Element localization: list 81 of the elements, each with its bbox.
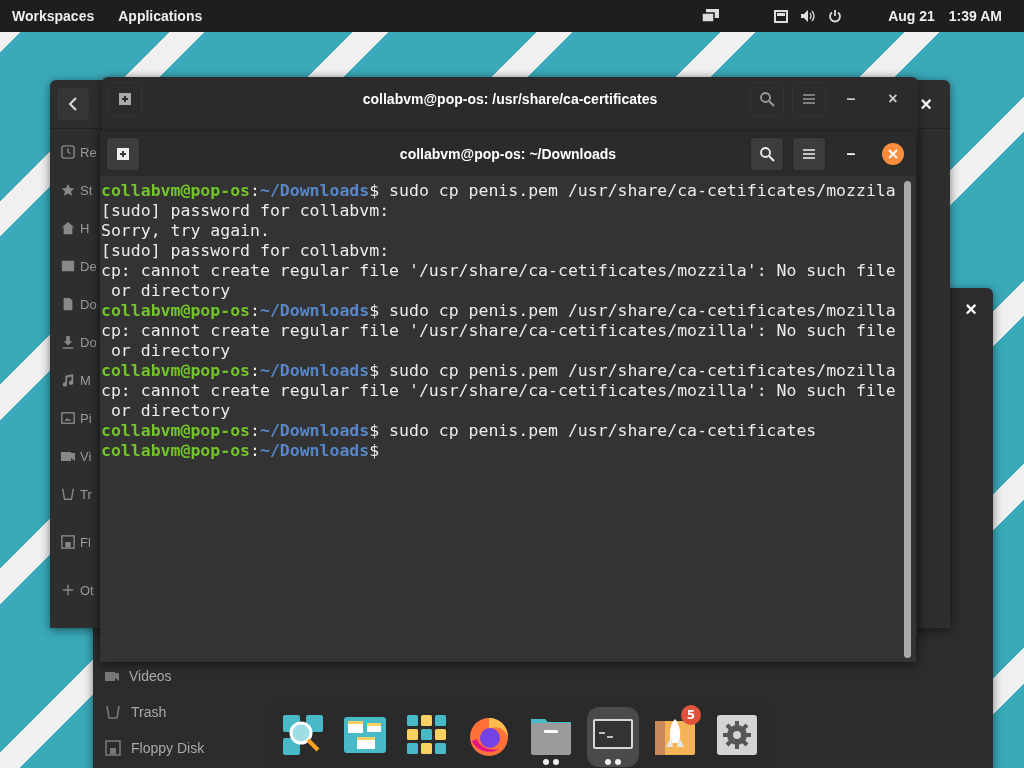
top-bar-menu[interactable]: Applications — [118, 8, 203, 24]
trash-icon — [105, 704, 121, 720]
sidebar-item[interactable]: De — [61, 253, 97, 279]
clock-icon — [61, 145, 75, 159]
sidebar-item[interactable]: Do — [61, 329, 97, 355]
sidebar-item[interactable]: Fl — [61, 529, 91, 555]
terminal-line: collabvm@pop-os:~/Downloads$ sudo cp penis.pem /usr/share/ca-cetificates/mozilla — [101, 301, 897, 321]
network-icon[interactable] — [774, 9, 789, 23]
close-icon — [888, 149, 898, 159]
new-tab-button[interactable] — [108, 82, 142, 116]
clock-time[interactable]: 1:39 AM — [948, 8, 1002, 24]
terminal-line: [sudo] password for collabvm: — [101, 201, 391, 221]
terminal-line: cp: cannot create regular file '/usr/share/ca-cetificates/mozilla': No such file — [101, 321, 897, 341]
sidebar-item[interactable]: M — [61, 367, 91, 393]
terminal-line: collabvm@pop-os:~/Downloads$ sudo cp penis.pem /usr/share/ca-cetificates/mozzila — [101, 181, 897, 201]
terminal-line: cp: cannot create regular file '/usr/share/ca-cetificates/mozzila': No such file — [101, 261, 897, 281]
terminal-line: Sorry, try again. — [101, 221, 271, 241]
sidebar-item[interactable]: H — [61, 215, 90, 241]
minimize-button[interactable]: – — [834, 84, 868, 114]
terminal-line: collabvm@pop-os:~/Downloads$ sudo cp penis.pem /usr/share/ca-cetificates/mozilla — [101, 361, 897, 381]
image-icon — [61, 411, 75, 425]
sidebar-item[interactable]: Re — [61, 139, 97, 165]
download-icon — [61, 335, 75, 349]
dock-item[interactable]: 5 — [649, 707, 701, 767]
chevron-left-icon — [68, 97, 78, 111]
sidebar-item[interactable]: St — [61, 177, 93, 203]
sidebar-item[interactable]: Floppy Disk — [105, 736, 205, 760]
window-title: collabvm@pop-os: /usr/share/ca-certificates — [362, 91, 658, 107]
close-button[interactable]: × — [961, 298, 981, 320]
new-tab-icon — [117, 92, 133, 106]
power-icon[interactable] — [828, 9, 843, 23]
app-grid-icon — [405, 713, 449, 757]
search-app-icon — [281, 713, 325, 757]
back-button[interactable] — [56, 87, 90, 121]
close-button[interactable]: × — [876, 84, 910, 114]
search-button[interactable] — [750, 137, 784, 171]
search-icon — [759, 91, 775, 107]
menu-icon — [803, 149, 815, 159]
menu-icon — [803, 94, 815, 104]
menu-button[interactable] — [792, 82, 826, 116]
top-bar-menu[interactable]: Workspaces — [12, 8, 95, 24]
sidebar-item[interactable]: Tr — [61, 481, 92, 507]
display-icon[interactable] — [702, 9, 721, 23]
document-icon — [61, 297, 75, 311]
home-icon — [61, 221, 75, 235]
dock-item[interactable] — [587, 707, 639, 767]
terminal-line: or directory — [109, 401, 232, 421]
terminal-line: or directory — [109, 281, 232, 301]
music-icon — [61, 373, 75, 387]
notification-badge: 5 — [681, 705, 701, 725]
terminal-line: or directory — [109, 341, 232, 361]
sidebar-item[interactable]: Pi — [61, 405, 92, 431]
settings-icon — [715, 713, 759, 757]
plus-icon — [61, 583, 75, 597]
camera-icon — [61, 451, 75, 461]
sidebar-item[interactable]: Vi — [61, 443, 92, 469]
sidebar-item[interactable]: Videos — [105, 664, 172, 688]
close-button[interactable]: × — [916, 93, 936, 115]
scrollbar[interactable] — [904, 181, 911, 658]
floppy-icon — [61, 535, 75, 549]
trash-icon — [61, 487, 75, 501]
sidebar-item[interactable]: Ot — [61, 577, 94, 603]
desktop-icon — [61, 259, 75, 273]
sidebar-item[interactable]: Do — [61, 291, 97, 317]
camera-icon — [105, 671, 119, 681]
window-title: collabvm@pop-os: ~/Downloads — [399, 146, 617, 162]
new-tab-button[interactable] — [106, 137, 140, 171]
close-button[interactable] — [882, 143, 904, 165]
floppy-icon — [105, 740, 121, 756]
terminal-line: collabvm@pop-os:~/Downloads$ — [101, 441, 381, 461]
terminal-line: collabvm@pop-os:~/Downloads$ sudo cp penis.pem /usr/share/ca-cetificates — [101, 421, 818, 441]
search-icon — [759, 146, 775, 162]
clock-date[interactable]: Aug 21 — [888, 8, 935, 24]
terminal-line: [sudo] password for collabvm: — [101, 241, 391, 261]
menu-button[interactable] — [792, 137, 826, 171]
terminal-line: cp: cannot create regular file '/usr/share/ca-cetificates/mozilla': No such file — [101, 381, 897, 401]
volume-icon[interactable] — [800, 9, 817, 23]
star-icon — [61, 183, 75, 197]
minimize-button[interactable]: – — [834, 139, 868, 169]
sidebar-item[interactable]: Trash — [105, 700, 167, 724]
new-tab-icon — [115, 147, 131, 161]
